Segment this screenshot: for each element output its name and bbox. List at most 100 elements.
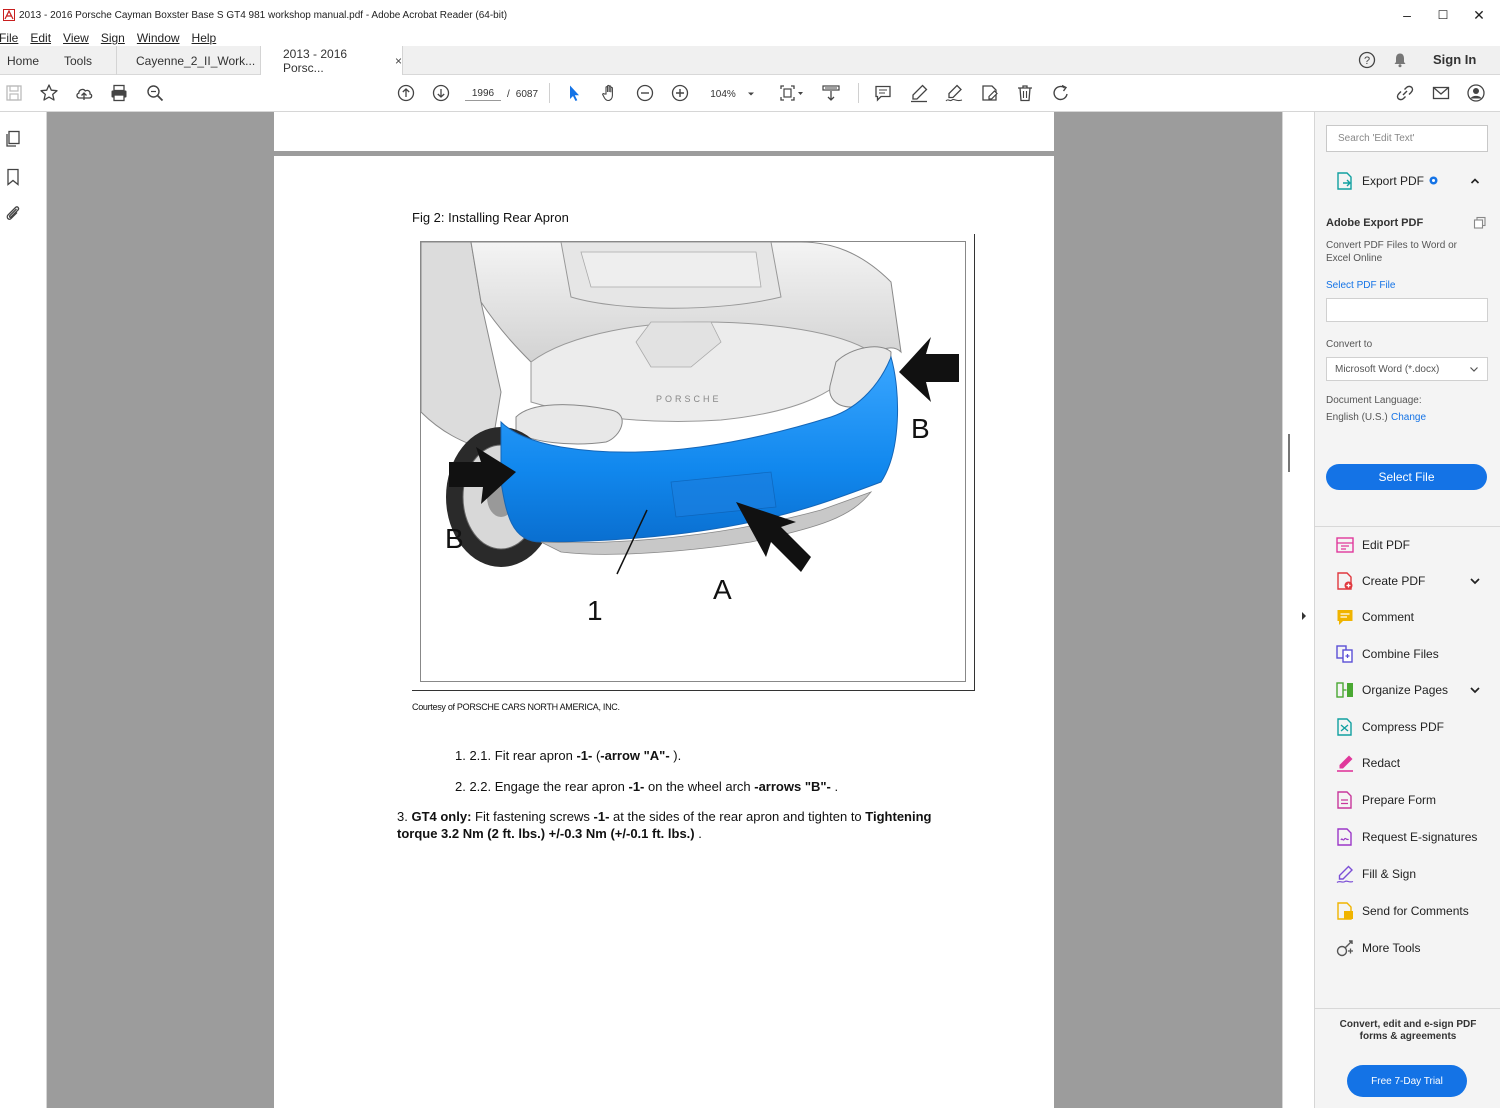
- tab-label: 2013 - 2016 Porsc...: [283, 47, 348, 75]
- email-icon[interactable]: [1430, 82, 1452, 104]
- step-text: Fit rear apron: [494, 748, 573, 763]
- edit-text-icon[interactable]: [979, 82, 1001, 104]
- tab-close-icon[interactable]: ×: [395, 54, 402, 68]
- tool-more-tools[interactable]: More Tools: [1315, 933, 1500, 963]
- maximize-button[interactable]: ☐: [1425, 0, 1461, 30]
- tool-edit-pdf[interactable]: Edit PDF: [1315, 530, 1500, 560]
- tool-compress-pdf[interactable]: Compress PDF: [1315, 712, 1500, 742]
- attachments-paperclip-icon[interactable]: [2, 202, 24, 224]
- page-thumbnails-icon[interactable]: [2, 128, 24, 150]
- tool-fill-sign[interactable]: Fill & Sign: [1315, 859, 1500, 889]
- edit-pdf-icon: [1336, 537, 1354, 553]
- tool-request-esignatures[interactable]: Request E-signatures: [1315, 822, 1500, 852]
- search-tools-input[interactable]: Search 'Edit Text': [1326, 125, 1488, 152]
- label-b-right: B: [911, 413, 930, 444]
- sign-in-button[interactable]: Sign In: [1433, 52, 1476, 67]
- menu-sign[interactable]: Sign: [101, 31, 125, 45]
- chevron-down-icon[interactable]: [1469, 576, 1481, 586]
- draw-sign-icon[interactable]: [943, 82, 965, 104]
- tab-home[interactable]: Home: [7, 46, 39, 75]
- zoom-in-icon[interactable]: [669, 82, 691, 104]
- select-pdf-file-label[interactable]: Select PDF File: [1326, 280, 1395, 291]
- menu-file[interactable]: File: [0, 31, 18, 45]
- tool-combine-files[interactable]: Combine Files: [1315, 639, 1500, 669]
- find-zoom-icon[interactable]: [144, 82, 166, 104]
- add-comment-icon[interactable]: [872, 82, 894, 104]
- page-fit-icon[interactable]: [778, 82, 806, 104]
- next-page-icon[interactable]: [430, 82, 452, 104]
- tool-organize-pages[interactable]: Organize Pages: [1315, 675, 1500, 705]
- step-text: Fit fastening screws: [475, 809, 590, 824]
- tool-label: Comment: [1362, 610, 1415, 624]
- tool-send-for-comments[interactable]: Send for Comments: [1315, 896, 1500, 926]
- document-viewport[interactable]: Fig 2: Installing Rear Apron PORSCHE B B…: [47, 112, 1282, 1108]
- label-one: 1: [587, 595, 603, 626]
- select-cursor-icon[interactable]: [563, 82, 585, 104]
- cloud-upload-icon[interactable]: [73, 82, 95, 104]
- free-trial-button[interactable]: Free 7-Day Trial: [1347, 1065, 1467, 1097]
- car-rear-drawing: PORSCHE B B 1 A: [421, 242, 959, 626]
- figure-frame-right: [974, 234, 975, 691]
- scroll-mode-icon[interactable]: [820, 82, 842, 104]
- copy-icon[interactable]: [1473, 216, 1487, 230]
- previous-page-icon[interactable]: [395, 82, 417, 104]
- tool-label: Redact: [1362, 756, 1401, 770]
- delete-trash-icon[interactable]: [1014, 82, 1036, 104]
- tool-label: Compress PDF: [1362, 720, 1445, 734]
- tab-document-porsche[interactable]: 2013 - 2016 Porsc... ×: [260, 46, 403, 76]
- tool-prepare-form[interactable]: Prepare Form: [1315, 785, 1500, 815]
- tool-label: Prepare Form: [1362, 793, 1437, 807]
- minimize-button[interactable]: –: [1389, 0, 1425, 30]
- bookmark-star-icon[interactable]: [38, 82, 60, 104]
- scrollbar-thumb[interactable]: [1288, 434, 1290, 472]
- change-language-link[interactable]: Change: [1391, 412, 1426, 423]
- zoom-out-icon[interactable]: [634, 82, 656, 104]
- step-number: 2. 2.2.: [455, 779, 492, 794]
- send-comments-icon: [1337, 902, 1353, 920]
- tool-label: Create PDF: [1362, 574, 1426, 588]
- convert-to-label: Convert to: [1326, 339, 1373, 350]
- hand-tool-icon[interactable]: [599, 82, 621, 104]
- acrobat-app-icon: [3, 9, 15, 21]
- tab-document-cayenne[interactable]: Cayenne_2_II_Work...: [116, 46, 260, 75]
- print-icon[interactable]: [108, 82, 130, 104]
- chevron-down-icon[interactable]: [1469, 685, 1481, 695]
- save-icon[interactable]: [3, 82, 25, 104]
- account-icon[interactable]: [1465, 82, 1487, 104]
- step-2-1: 1. 2.1. Fit rear apron -1- (-arrow "A"- …: [455, 747, 681, 764]
- tool-redact[interactable]: Redact: [1315, 748, 1500, 778]
- export-pdf-header[interactable]: Export PDF: [1315, 166, 1500, 196]
- bookmarks-icon[interactable]: [2, 166, 24, 188]
- tool-comment[interactable]: Comment: [1315, 602, 1500, 632]
- prepare-form-icon: [1337, 791, 1352, 809]
- page-number-input[interactable]: 1996: [465, 88, 501, 101]
- close-window-button[interactable]: ✕: [1461, 0, 1497, 30]
- rotate-icon[interactable]: [1050, 82, 1072, 104]
- menu-view[interactable]: View: [63, 31, 89, 45]
- collapse-right-arrow-icon[interactable]: [1300, 611, 1308, 621]
- convert-to-value: Microsoft Word (*.docx): [1335, 363, 1440, 375]
- notifications-bell-icon[interactable]: [1392, 52, 1408, 68]
- tab-tools[interactable]: Tools: [64, 46, 92, 75]
- doc-language-label: Document Language:: [1326, 395, 1422, 406]
- compress-pdf-icon: [1337, 718, 1352, 736]
- step-number: 3.: [397, 809, 408, 824]
- convert-to-select[interactable]: Microsoft Word (*.docx): [1326, 357, 1488, 381]
- menu-help[interactable]: Help: [192, 31, 217, 45]
- tool-create-pdf[interactable]: Create PDF: [1315, 566, 1500, 596]
- select-file-button[interactable]: Select File: [1326, 464, 1487, 490]
- export-pdf-title: Export PDF: [1362, 174, 1425, 188]
- share-link-icon[interactable]: [1394, 82, 1416, 104]
- doc-language-value: English (U.S.): [1326, 412, 1388, 423]
- menu-edit[interactable]: Edit: [30, 31, 51, 45]
- help-icon[interactable]: ?: [1358, 51, 1376, 69]
- zoom-dropdown[interactable]: 104%: [703, 84, 759, 104]
- chevron-up-icon[interactable]: [1470, 176, 1480, 186]
- main-toolbar: 1996 / 6087 104%: [0, 75, 1500, 112]
- card-description: Convert PDF Files to Word or Excel Onlin…: [1326, 240, 1457, 264]
- highlight-pen-icon[interactable]: [908, 82, 930, 104]
- menu-window[interactable]: Window: [137, 31, 180, 45]
- pdf-file-field[interactable]: [1326, 298, 1488, 322]
- fill-sign-icon: [1336, 865, 1354, 884]
- zoom-value: 104%: [710, 88, 736, 100]
